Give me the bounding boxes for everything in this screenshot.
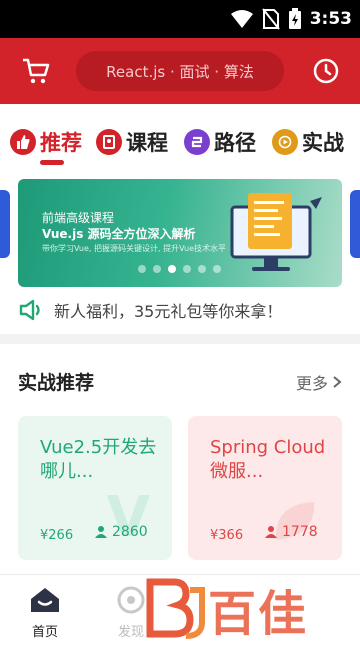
carousel-dot[interactable] bbox=[153, 265, 161, 273]
carousel-dots bbox=[138, 265, 221, 273]
student-count: 1778 bbox=[264, 524, 318, 540]
wifi-icon bbox=[230, 10, 253, 28]
banner-line2: Vue.js 源码全方位深入解析 bbox=[42, 227, 196, 241]
notice-text: 新人福利，35元礼包等你来拿！ bbox=[54, 302, 283, 321]
cart-icon bbox=[23, 58, 50, 84]
carousel-dot-active[interactable] bbox=[168, 265, 176, 273]
search-input[interactable]: React.js · 面试 · 算法 bbox=[76, 51, 284, 91]
course-title: Spring Cloud微服... bbox=[210, 437, 326, 482]
chevron-right-icon bbox=[333, 376, 342, 388]
monitor-illustration bbox=[230, 193, 322, 271]
thumb-up-icon bbox=[10, 129, 36, 155]
course-price: ¥266 bbox=[40, 528, 74, 543]
play-icon bbox=[272, 129, 298, 155]
history-button[interactable] bbox=[310, 54, 342, 88]
prev-banner-peek[interactable] bbox=[0, 190, 10, 258]
tab-practice[interactable]: 实战 bbox=[272, 124, 344, 160]
banner-carousel: 前端高级课程 Vue.js 源码全方位深入解析 带你学习Vue, 把握源码关键设… bbox=[0, 170, 360, 292]
status-icons: 3:53 bbox=[230, 8, 352, 30]
course-icon bbox=[96, 129, 122, 155]
status-time: 3:53 bbox=[309, 9, 352, 29]
student-count-value: 1778 bbox=[282, 524, 318, 540]
watermark-logo: 百佳 bbox=[144, 574, 344, 644]
home-icon bbox=[31, 588, 59, 612]
next-banner-peek[interactable] bbox=[350, 190, 360, 258]
carousel-dot[interactable] bbox=[183, 265, 191, 273]
banner-line1: 前端高级课程 bbox=[42, 211, 115, 225]
section-title: 实战推荐 bbox=[18, 372, 95, 394]
practice-recommend-section: 实战推荐 更多 V Vue2.5开发去哪儿... ¥266 2860 Sprin… bbox=[0, 344, 360, 576]
tab-label: 推荐 bbox=[40, 131, 82, 155]
category-tabs: 推荐 课程 路径 实战 bbox=[0, 104, 360, 170]
speaker-icon bbox=[19, 299, 40, 321]
carousel-dot[interactable] bbox=[198, 265, 206, 273]
course-price: ¥366 bbox=[210, 528, 244, 543]
banner-line3: 带你学习Vue, 把握源码关键设计, 提升Vue技术水平 bbox=[42, 244, 227, 253]
app-header: React.js · 面试 · 算法 bbox=[0, 38, 360, 104]
discover-icon bbox=[117, 586, 145, 614]
tab-label: 路径 bbox=[214, 131, 256, 155]
nav-label: 发现 bbox=[117, 625, 144, 640]
promo-notice[interactable]: 新人福利，35元礼包等你来拿！ bbox=[0, 292, 360, 334]
tab-recommend[interactable]: 推荐 bbox=[10, 124, 82, 160]
user-icon bbox=[265, 526, 277, 538]
vue-watermark: V bbox=[106, 485, 150, 550]
student-count-value: 2860 bbox=[112, 524, 148, 540]
carousel-dot[interactable] bbox=[213, 265, 221, 273]
banner-slide[interactable]: 前端高级课程 Vue.js 源码全方位深入解析 带你学习Vue, 把握源码关键设… bbox=[18, 179, 342, 287]
tab-label: 课程 bbox=[126, 131, 168, 155]
clock-icon bbox=[313, 58, 339, 84]
status-bar: 3:53 bbox=[0, 0, 360, 38]
more-label: 更多 bbox=[295, 374, 328, 393]
user-icon bbox=[95, 526, 107, 538]
nav-label: 首页 bbox=[31, 625, 58, 640]
carousel-dot[interactable] bbox=[138, 265, 146, 273]
cart-button[interactable] bbox=[18, 54, 54, 88]
nav-home[interactable]: 首页 bbox=[10, 585, 80, 645]
watermark-text: 百佳 bbox=[208, 586, 309, 642]
active-tab-indicator bbox=[40, 160, 64, 165]
tab-path[interactable]: 路径 bbox=[184, 124, 256, 160]
course-card[interactable]: V Vue2.5开发去哪儿... ¥266 2860 bbox=[18, 416, 172, 560]
course-card[interactable]: Spring Cloud微服... ¥366 1778 bbox=[188, 416, 342, 560]
no-sim-icon bbox=[261, 8, 280, 30]
tab-label: 实战 bbox=[302, 131, 344, 155]
course-title: Vue2.5开发去哪儿... bbox=[40, 437, 157, 482]
more-link[interactable]: 更多 bbox=[296, 370, 342, 394]
bj-logo-icon bbox=[146, 578, 205, 639]
student-count: 2860 bbox=[94, 524, 148, 540]
path-icon bbox=[184, 129, 210, 155]
tab-course[interactable]: 课程 bbox=[96, 124, 168, 160]
battery-charging-icon bbox=[288, 8, 301, 29]
